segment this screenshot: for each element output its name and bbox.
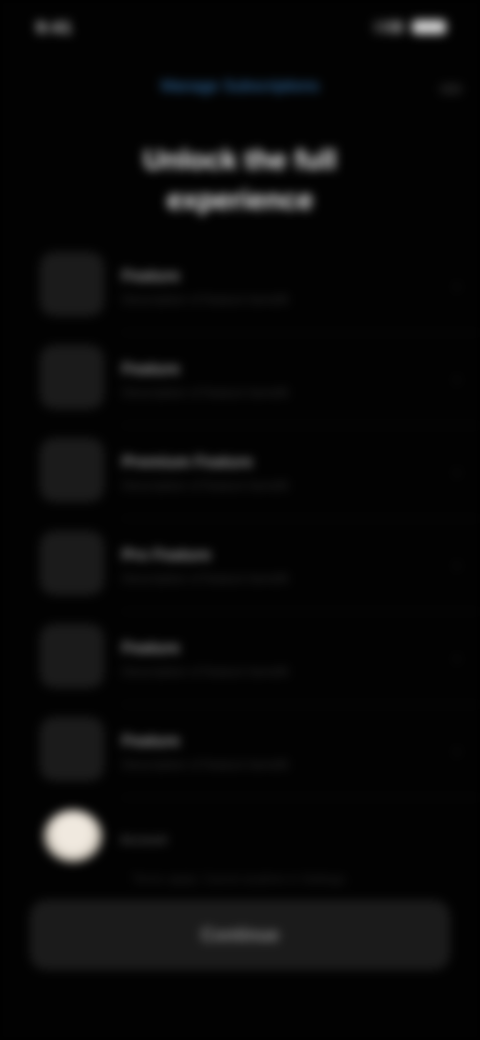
feature-row[interactable]: Feature Description of feature benefit › bbox=[0, 333, 480, 426]
feature-subtitle: Description of feature benefit bbox=[122, 757, 289, 772]
feature-subtitle: Description of feature benefit bbox=[122, 664, 289, 679]
feature-row[interactable]: Feature Description of feature benefit › bbox=[0, 612, 480, 705]
feature-title: Pro Feature bbox=[122, 547, 211, 564]
chevron-right-icon: › bbox=[454, 276, 460, 296]
feature-list: Feature Description of feature benefit ›… bbox=[0, 240, 480, 798]
feature-title: Premium Feature bbox=[122, 454, 253, 471]
feature-row[interactable]: Feature Description of feature benefit › bbox=[0, 240, 480, 333]
status-time: 9:41 bbox=[36, 18, 73, 37]
app-icon bbox=[40, 252, 104, 316]
feature-title: Feature bbox=[122, 268, 180, 285]
feature-title: Feature bbox=[122, 640, 180, 657]
terms-footnote: Terms apply. Cancel anytime in Settings. bbox=[132, 872, 348, 886]
divider bbox=[122, 797, 480, 798]
feature-subtitle: Description of feature benefit bbox=[122, 292, 289, 307]
app-icon bbox=[40, 624, 104, 688]
continue-button[interactable]: Continue bbox=[30, 900, 450, 970]
feature-title: Feature bbox=[122, 361, 180, 378]
feature-title: Feature bbox=[122, 733, 180, 750]
page-title: Unlock the full experience bbox=[143, 144, 337, 215]
feature-subtitle: Description of feature benefit bbox=[122, 571, 289, 586]
app-icon bbox=[40, 438, 104, 502]
feature-row[interactable]: Feature Description of feature benefit › bbox=[0, 705, 480, 798]
manage-subscriptions-link[interactable]: Manage Subscriptions bbox=[0, 78, 480, 96]
battery-icon bbox=[412, 20, 446, 34]
signal-icon bbox=[374, 21, 402, 33]
close-icon[interactable] bbox=[440, 84, 462, 94]
feature-subtitle: Description of feature benefit bbox=[122, 478, 289, 493]
profile-label: Account bbox=[120, 832, 167, 847]
status-indicators bbox=[374, 20, 446, 34]
app-screen: 9:41 Manage Subscriptions Unlock the ful… bbox=[0, 0, 480, 1040]
feature-row[interactable]: Premium Feature Description of feature b… bbox=[0, 426, 480, 519]
chevron-right-icon: › bbox=[454, 462, 460, 482]
feature-subtitle: Description of feature benefit bbox=[122, 385, 289, 400]
app-icon bbox=[40, 717, 104, 781]
app-icon bbox=[40, 345, 104, 409]
app-icon bbox=[40, 531, 104, 595]
chevron-right-icon: › bbox=[454, 741, 460, 761]
feature-row[interactable]: Pro Feature Description of feature benef… bbox=[0, 519, 480, 612]
chevron-right-icon: › bbox=[454, 648, 460, 668]
chevron-right-icon: › bbox=[454, 369, 460, 389]
avatar[interactable] bbox=[44, 810, 102, 862]
chevron-right-icon: › bbox=[454, 555, 460, 575]
